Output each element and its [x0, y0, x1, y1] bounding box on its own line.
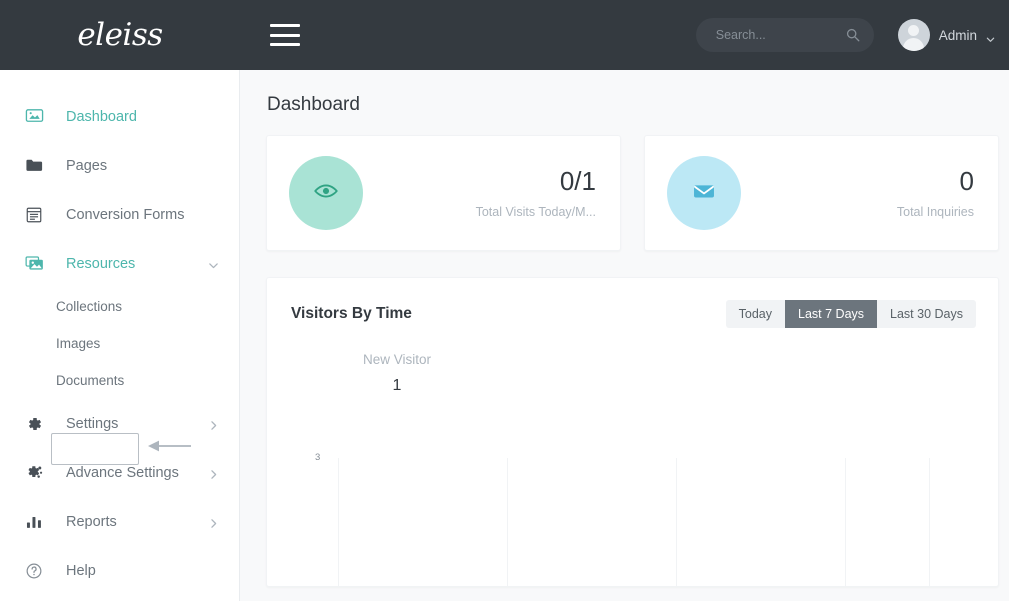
sidebar-item-resources[interactable]: Resources: [0, 239, 239, 288]
stat-value: 0/1: [559, 166, 596, 197]
hamburger-icon[interactable]: [270, 24, 300, 46]
bar-chart-icon: [24, 512, 44, 532]
stat-cards-row: 0/1 Total Visits Today/M... 0 Total Inqu…: [240, 116, 1009, 251]
chevron-right-icon[interactable]: [208, 467, 219, 479]
app-root: eleiss Admi: [0, 0, 1009, 601]
stat-card-total-visits[interactable]: 0/1 Total Visits Today/M...: [266, 135, 621, 251]
chart-gridline: [929, 458, 930, 586]
topbar-right-group: Admin: [695, 18, 995, 52]
monitor-icon: [24, 107, 44, 127]
chevron-down-icon[interactable]: [208, 258, 219, 269]
sidebar-item-label: Dashboard: [66, 108, 137, 125]
avatar-body: [903, 38, 925, 51]
sidebar: Dashboard Pages Conversion Forms Resourc…: [0, 70, 240, 601]
chart-legend: New Visitor 1: [289, 352, 505, 395]
gear-icon: [24, 414, 44, 434]
search-box[interactable]: [695, 18, 907, 52]
sidebar-item-label: Advance Settings: [66, 464, 179, 481]
sidebar-item-label: Pages: [66, 157, 108, 174]
sidebar-subitem-label: Collections: [56, 299, 123, 314]
sidebar-item-dashboard[interactable]: Dashboard: [0, 92, 239, 141]
legend-value: 1: [392, 377, 402, 394]
chevron-right-icon[interactable]: [208, 418, 219, 430]
stat-label: Total Visits Today/M...: [475, 204, 596, 219]
sidebar-item-conversion-forms[interactable]: Conversion Forms: [0, 190, 239, 239]
sidebar-item-collections[interactable]: Collections: [0, 288, 239, 325]
user-name: Admin: [938, 27, 977, 43]
sidebar-item-documents[interactable]: Documents: [0, 362, 239, 399]
sidebar-item-settings[interactable]: Settings: [0, 399, 239, 448]
range-button-today[interactable]: Today: [725, 300, 786, 328]
envelope-icon: [691, 178, 717, 209]
panel-title: Visitors By Time: [291, 305, 412, 322]
sidebar-item-reports[interactable]: Reports: [0, 497, 239, 546]
user-menu[interactable]: Admin: [897, 19, 995, 51]
gears-icon: [24, 463, 44, 483]
avatar: [897, 19, 930, 51]
range-button-last-7-days[interactable]: Last 7 Days: [785, 300, 878, 328]
sidebar-item-pages[interactable]: Pages: [0, 141, 239, 190]
stat-card-total-inquiries[interactable]: 0 Total Inquiries: [644, 135, 999, 251]
eye-icon-circle: [289, 156, 363, 230]
main-content: Dashboard 0/1 Total Visits Today/M... 0 …: [240, 70, 1009, 601]
sidebar-item-images[interactable]: Images: [0, 325, 239, 362]
chart-gridline: [676, 458, 677, 586]
sidebar-item-label: Reports: [66, 513, 117, 530]
stat-label: Total Inquiries: [896, 204, 974, 219]
brand-text: eleiss: [77, 17, 163, 53]
stat-card-text: 0 Total Inquiries: [897, 167, 974, 219]
visitors-chart[interactable]: 3: [267, 438, 998, 586]
search-icon[interactable]: [846, 28, 860, 42]
envelope-icon-circle: [667, 156, 741, 230]
stat-value: 0: [959, 166, 974, 197]
sidebar-item-advance-settings[interactable]: Advance Settings: [0, 448, 239, 497]
folder-icon: [24, 156, 44, 176]
images-icon: [24, 254, 44, 274]
sidebar-item-label: Resources: [66, 255, 136, 272]
panel-header: Visitors By Time Today Last 7 Days Last …: [267, 278, 998, 328]
hamburger-bar: [270, 43, 300, 46]
chart-gridline: [845, 458, 846, 586]
sidebar-subitem-label: Documents: [56, 373, 125, 388]
chevron-down-icon[interactable]: [986, 31, 995, 42]
question-circle-icon: [24, 561, 44, 581]
stat-card-text: 0/1 Total Visits Today/M...: [476, 167, 596, 219]
range-button-last-30-days[interactable]: Last 30 Days: [877, 300, 976, 328]
sidebar-item-label: Help: [66, 562, 96, 579]
page-title: Dashboard: [267, 94, 360, 115]
time-range-segmented-control: Today Last 7 Days Last 30 Days: [725, 300, 976, 328]
eye-icon: [312, 177, 340, 210]
visitors-by-time-panel: Visitors By Time Today Last 7 Days Last …: [266, 277, 999, 587]
hamburger-bar: [270, 24, 300, 27]
search-input[interactable]: [695, 28, 907, 42]
hamburger-bar: [270, 33, 300, 37]
legend-label: New Visitor: [362, 352, 432, 367]
y-axis-tick: 3: [315, 452, 321, 463]
sidebar-item-help[interactable]: Help: [0, 546, 239, 595]
sidebar-item-label: Conversion Forms: [66, 206, 185, 223]
chevron-right-icon[interactable]: [208, 516, 219, 528]
sidebar-item-label: Settings: [66, 415, 119, 432]
brand-logo[interactable]: eleiss: [0, 0, 240, 70]
top-navbar: eleiss Admi: [0, 0, 1009, 70]
sidebar-subitem-label: Images: [56, 336, 101, 351]
chart-gridline: [338, 458, 339, 586]
chart-gridline: [507, 458, 508, 586]
avatar-head: [908, 25, 920, 36]
form-icon: [24, 205, 44, 225]
